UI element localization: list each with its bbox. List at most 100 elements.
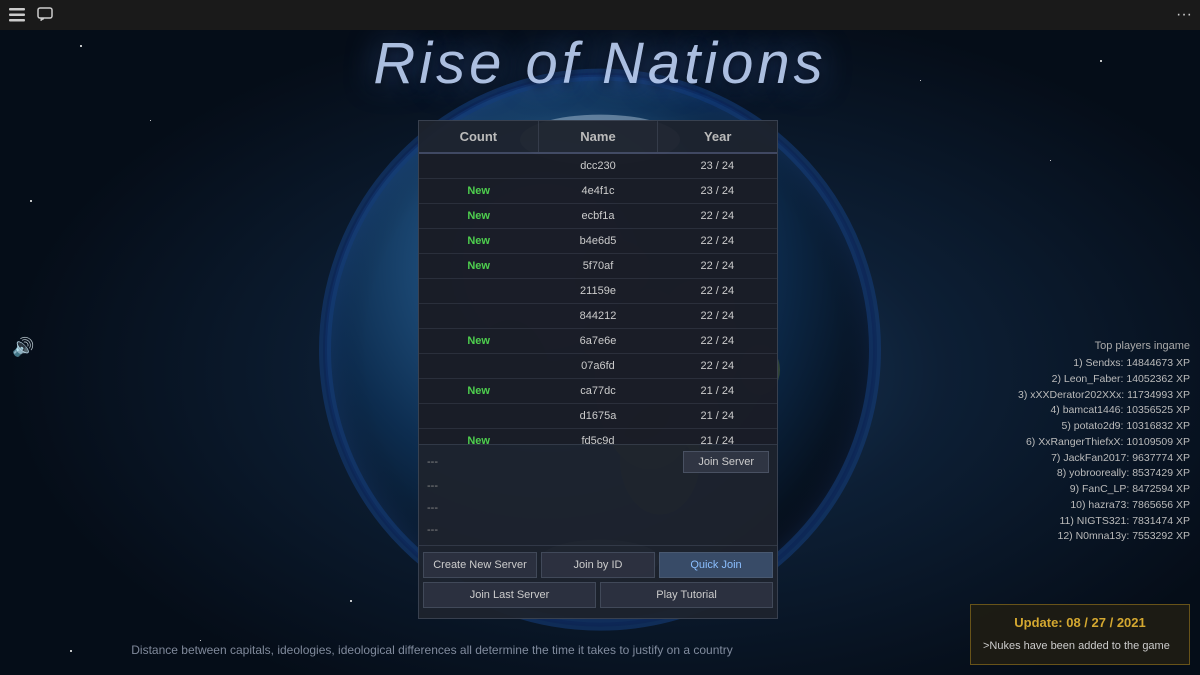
panel-bottom: --- Join Server --- --- --- — [419, 444, 777, 545]
update-text: >Nukes have been added to the game — [983, 638, 1177, 655]
top-bar: ··· — [0, 0, 1200, 30]
col-year: Year — [658, 121, 777, 152]
table-row[interactable]: 21159e22 / 24 — [419, 279, 777, 304]
cell-name: 21159e — [538, 279, 657, 303]
cell-count: New — [419, 329, 538, 353]
player-entry: 9) FanC_LP: 8472594 XP — [970, 482, 1190, 498]
panel-row-4: --- — [419, 519, 777, 541]
join-by-id-button[interactable]: Join by ID — [541, 552, 655, 578]
top-players-panel: Top players ingame 1) Sendxs: 14844673 X… — [970, 340, 1190, 545]
cell-name: 5f70af — [538, 254, 657, 278]
col-count: Count — [419, 121, 539, 152]
panel-row-3: --- — [419, 497, 777, 519]
table-row[interactable]: 07a6fd22 / 24 — [419, 354, 777, 379]
panel-row-text-1: --- — [427, 456, 438, 468]
cell-name: fd5c9d — [538, 429, 657, 444]
star — [30, 200, 32, 202]
cell-name: dcc230 — [538, 154, 657, 178]
chat-icon[interactable] — [36, 6, 54, 24]
table-row[interactable]: New4e4f1c23 / 24 — [419, 179, 777, 204]
cell-name: 6a7e6e — [538, 329, 657, 353]
player-entry: 6) XxRangerThiefxX: 10109509 XP — [970, 435, 1190, 451]
table-row[interactable]: Newfd5c9d21 / 24 — [419, 429, 777, 444]
cell-name: 4e4f1c — [538, 179, 657, 203]
player-entry: 2) Leon_Faber: 14052362 XP — [970, 372, 1190, 388]
cell-year: 21 / 24 — [658, 404, 777, 428]
game-title: Rise of Nations — [0, 30, 1200, 97]
join-last-server-button[interactable]: Join Last Server — [423, 582, 596, 608]
panel-row-text-4: --- — [427, 524, 438, 536]
star — [200, 640, 201, 641]
server-list-panel: Count Name Year dcc23023 / 24New4e4f1c23… — [418, 120, 778, 619]
cell-count: New — [419, 254, 538, 278]
cell-count: New — [419, 204, 538, 228]
panel-row-text-3: --- — [427, 502, 438, 514]
btn-row-1: Create New Server Join by ID Quick Join — [423, 552, 773, 578]
panel-row-1: --- Join Server — [419, 449, 777, 475]
table-row[interactable]: Newecbf1a22 / 24 — [419, 204, 777, 229]
player-entry: 5) potato2d9: 10316832 XP — [970, 419, 1190, 435]
table-row[interactable]: 84421222 / 24 — [419, 304, 777, 329]
table-header: Count Name Year — [419, 121, 777, 154]
player-entry: 10) hazra73: 7865656 XP — [970, 498, 1190, 514]
top-players-title: Top players ingame — [970, 340, 1190, 352]
more-button[interactable]: ··· — [1176, 6, 1192, 24]
panel-row-2: --- — [419, 475, 777, 497]
menu-icon[interactable] — [8, 6, 26, 24]
table-row[interactable]: New5f70af22 / 24 — [419, 254, 777, 279]
table-row[interactable]: Newb4e6d522 / 24 — [419, 229, 777, 254]
table-row[interactable]: dcc23023 / 24 — [419, 154, 777, 179]
cell-name: 844212 — [538, 304, 657, 328]
cell-count: New — [419, 179, 538, 203]
col-name: Name — [539, 121, 659, 152]
table-row[interactable]: d1675a21 / 24 — [419, 404, 777, 429]
cell-count — [419, 360, 538, 372]
cell-year: 23 / 24 — [658, 154, 777, 178]
cell-year: 22 / 24 — [658, 279, 777, 303]
server-table-body: dcc23023 / 24New4e4f1c23 / 24Newecbf1a22… — [419, 154, 777, 444]
play-tutorial-button[interactable]: Play Tutorial — [600, 582, 773, 608]
player-entry: 11) NIGTS321: 7831474 XP — [970, 514, 1190, 530]
update-panel: Update: 08 / 27 / 2021 >Nukes have been … — [970, 604, 1190, 666]
btn-row-2: Join Last Server Play Tutorial — [423, 582, 773, 608]
join-server-button[interactable]: Join Server — [683, 451, 769, 473]
star — [1050, 160, 1051, 161]
cell-count: New — [419, 229, 538, 253]
player-entry: 3) xXXDerator202XXx: 11734993 XP — [970, 388, 1190, 404]
create-new-server-button[interactable]: Create New Server — [423, 552, 537, 578]
cell-name: d1675a — [538, 404, 657, 428]
players-list: 1) Sendxs: 14844673 XP2) Leon_Faber: 140… — [970, 356, 1190, 545]
cell-name: 07a6fd — [538, 354, 657, 378]
cell-count: New — [419, 379, 538, 403]
update-title: Update: 08 / 27 / 2021 — [983, 615, 1177, 630]
panel-row-text-2: --- — [427, 480, 438, 492]
player-entry: 8) yobrooreally: 8537429 XP — [970, 466, 1190, 482]
table-row[interactable]: Newca77dc21 / 24 — [419, 379, 777, 404]
cell-count — [419, 160, 538, 172]
player-entry: 7) JackFan2017: 9637774 XP — [970, 451, 1190, 467]
cell-count: New — [419, 429, 538, 444]
cell-count — [419, 310, 538, 322]
table-row[interactable]: New6a7e6e22 / 24 — [419, 329, 777, 354]
star — [150, 120, 151, 121]
cell-count — [419, 410, 538, 422]
cell-year: 22 / 24 — [658, 329, 777, 353]
player-entry: 1) Sendxs: 14844673 XP — [970, 356, 1190, 372]
cell-count — [419, 285, 538, 297]
cell-name: ecbf1a — [538, 204, 657, 228]
cell-year: 22 / 24 — [658, 354, 777, 378]
top-bar-icons — [8, 6, 54, 24]
action-buttons-area: Create New Server Join by ID Quick Join … — [419, 545, 777, 618]
cell-name: ca77dc — [538, 379, 657, 403]
player-entry: 12) N0mna13y: 7553292 XP — [970, 529, 1190, 545]
player-entry: 4) bamcat1446: 10356525 XP — [970, 403, 1190, 419]
quick-join-button[interactable]: Quick Join — [659, 552, 773, 578]
cell-year: 22 / 24 — [658, 304, 777, 328]
cell-year: 23 / 24 — [658, 179, 777, 203]
cell-year: 21 / 24 — [658, 379, 777, 403]
cell-year: 22 / 24 — [658, 254, 777, 278]
cell-year: 22 / 24 — [658, 204, 777, 228]
footer-text: Distance between capitals, ideologies, i… — [0, 643, 864, 657]
sound-icon[interactable]: 🔊 — [12, 337, 34, 358]
cell-name: b4e6d5 — [538, 229, 657, 253]
